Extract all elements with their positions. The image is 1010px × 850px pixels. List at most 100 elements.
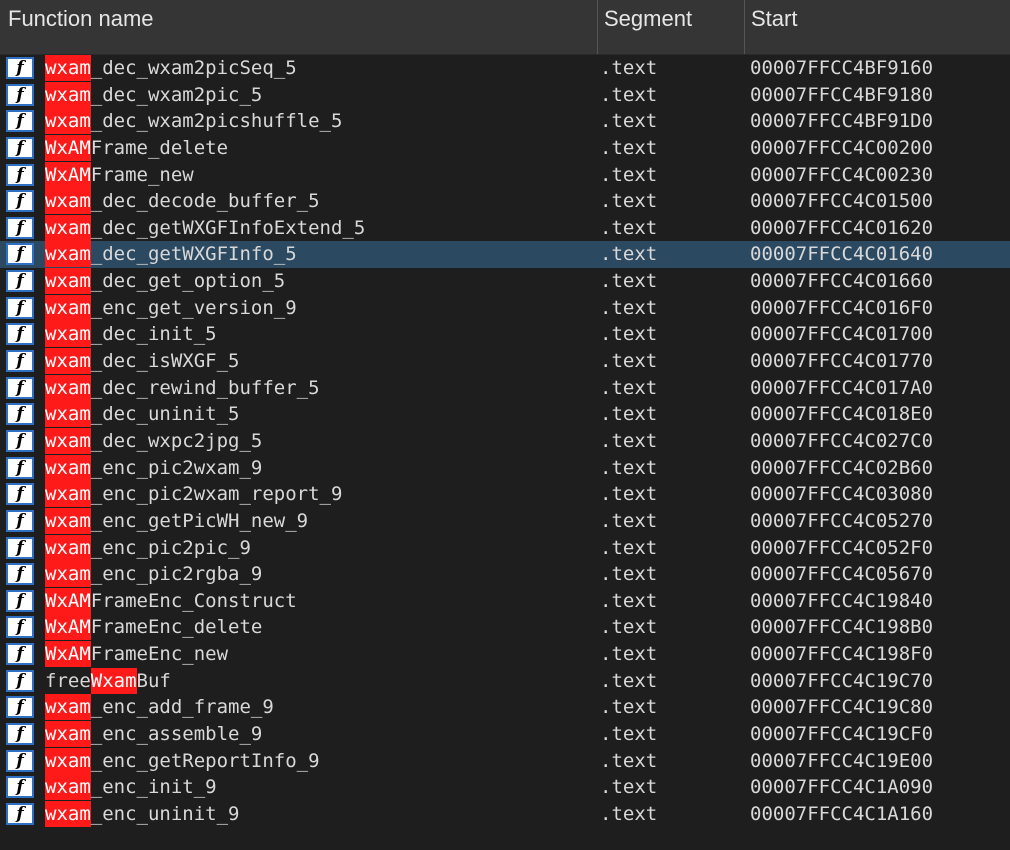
function-row[interactable]: f wxam_enc_init_9 .text 00007FFCC4C1A090 [0,774,1010,801]
search-match-highlight: wxam [45,321,91,348]
function-row[interactable]: f wxam_dec_wxam2picshuffle_5 .text 00007FFC… [0,108,1010,135]
search-match-highlight: wxam [45,454,91,481]
segment-cell: .text [600,136,658,159]
function-name: WxAMFrameEnc_delete [45,614,263,641]
function-row[interactable]: f WxAMFrameEnc_Construct .text 00007FFCC4C1… [0,587,1010,615]
function-row[interactable]: f wxam_dec_get_option_5 .text 00007FFCC4C01… [0,268,1010,295]
start-address-cell: 00007FFCC4BF9160 [750,57,934,79]
start-address-cell: 00007FFCC4BF9180 [750,83,934,106]
function-name: wxam_enc_add_frame_9 [45,694,274,721]
segment-cell: .text [600,509,658,532]
start-address-cell: 00007FFCC4C01620 [750,216,934,239]
search-match-highlight: wxam [45,268,91,295]
function-row[interactable]: f wxam_enc_pic2wxam_report_9 .text 00007FFC… [0,481,1010,508]
function-name: wxam_enc_get_version_9 [45,294,297,321]
function-name-suffix: _enc_getReportInfo_9 [90,749,320,772]
function-row[interactable]: f WxAMFrame_new .text 00007FFCC4C00230 [0,161,1010,189]
segment-cell: .text [600,456,658,479]
function-row[interactable]: f wxam_enc_pic2rgba_9 .text 00007FFCC4C0567… [0,561,1010,588]
function-row[interactable]: f wxam_enc_add_frame_9 .text 00007FFCC4C19C… [0,694,1010,721]
search-match-highlight: wxam [45,800,91,827]
function-name: wxam_dec_get_option_5 [45,268,285,295]
function-row[interactable]: f WxAMFrameEnc_delete .text 00007FFCC4C198B… [0,614,1010,641]
function-icon: f [6,296,34,319]
search-match-highlight: wxam [45,507,91,534]
search-match-highlight: wxam [45,188,91,215]
function-icon: f [6,270,34,293]
function-row[interactable]: f wxam_dec_wxpc2jpg_5 .text 00007FFCC4C027C… [0,427,1010,455]
search-match-highlight: wxam [45,348,91,375]
function-name-suffix: _dec_getWXGFInfo_5 [90,243,297,266]
function-name-suffix: _dec_wxam2pic_5 [90,83,263,106]
function-icon: f [6,696,34,719]
column-header-function-name[interactable]: Function name [0,0,598,54]
function-name-suffix: _enc_add_frame_9 [90,696,274,719]
function-icon: f [6,403,34,426]
function-icon: f [6,536,34,559]
start-address-cell: 00007FFCC4C19CF0 [750,723,934,746]
function-icon: f [6,776,34,799]
function-name: wxam_enc_uninit_9 [45,800,240,827]
function-row[interactable]: f wxam_enc_get_version_9 .text 00007FFCC4C0… [0,294,1010,322]
function-row[interactable]: f wxam_enc_assemble_9 .text 00007FFCC4C19CF… [0,721,1010,748]
function-icon: f [6,376,34,399]
start-address-cell: 00007FFCC4C03080 [750,483,934,506]
function-icon: f [6,723,34,746]
function-row[interactable]: f wxam_dec_getWXGFInfo_5 .text 00007FFCC4C0… [0,241,1010,269]
segment-cell: .text [600,696,658,719]
function-row[interactable]: f wxam_dec_decode_buffer_5 .text 00007FFCC4… [0,188,1010,215]
function-name-suffix: _enc_assemble_9 [90,723,263,746]
search-match-highlight: wxam [45,214,91,241]
start-address-cell: 00007FFCC4C016F0 [750,296,934,319]
function-icon: f [6,350,34,373]
column-header-segment[interactable]: Segment [598,0,745,54]
function-icon: f [6,429,34,452]
function-icon: f [6,136,34,159]
function-icon: f [6,83,34,106]
function-name: wxam_enc_getPicWH_new_9 [45,507,308,534]
segment-cell: .text [600,163,658,186]
function-row[interactable]: f wxam_dec_rewind_buffer_5 .text 00007FFCC4… [0,374,1010,402]
function-row[interactable]: f wxam_enc_pic2wxam_9 .text 00007FFCC4C02B6… [0,454,1010,482]
function-name-suffix: FrameEnc_delete [90,616,263,639]
start-address-cell: 00007FFCC4C01500 [750,190,934,213]
function-name-suffix: _enc_pic2rgba_9 [90,563,263,586]
function-row[interactable]: f wxam_dec_isWXGF_5 .text 00007FFCC4C01770 [0,348,1010,375]
function-name: wxam_enc_pic2pic_9 [45,534,251,561]
search-match-highlight: wxam [45,55,91,81]
function-name-suffix: Buf [136,669,171,692]
start-address-cell: 00007FFCC4C05670 [750,563,934,586]
function-name-suffix: _enc_uninit_9 [90,802,240,825]
function-row[interactable]: f wxam_dec_wxam2pic_5 .text 00007FFCC4BF918… [0,81,1010,109]
function-row[interactable]: f wxam_dec_init_5 .text 00007FFCC4C01700 [0,321,1010,348]
function-row[interactable]: f WxAMFrameEnc_new .text 00007FFCC4C198F0 [0,641,1010,668]
function-row[interactable]: f wxam_enc_pic2pic_9 .text 00007FFCC4C052F0 [0,534,1010,562]
start-address-cell: 00007FFCC4C19C80 [750,696,934,719]
function-name-suffix: _enc_pic2wxam_report_9 [90,483,343,506]
function-row[interactable]: f wxam_enc_getReportInfo_9 .text 00007FFCC4… [0,747,1010,775]
function-name: wxam_dec_wxpc2jpg_5 [45,427,262,454]
function-row[interactable]: f wxam_dec_uninit_5 .text 00007FFCC4C018E0 [0,401,1010,428]
function-row[interactable]: f wxam_enc_getPicWH_new_9 .text 00007FFCC4C… [0,507,1010,535]
segment-cell: .text [600,749,658,772]
start-address-cell: 00007FFCC4C01640 [750,243,934,266]
search-match-highlight: Wxam [90,667,137,694]
function-name: wxam_dec_wxam2picshuffle_5 [45,108,342,135]
function-row[interactable]: f wxam_enc_uninit_9 .text 00007FFCC4C1A160 [0,800,1010,828]
function-name-suffix: _dec_wxam2picSeq_5 [90,57,297,79]
start-address-cell: 00007FFCC4C1A160 [750,802,934,825]
function-name: wxam_dec_getWXGFInfo_5 [45,241,297,268]
function-icon: f [6,749,34,772]
function-row[interactable]: f WxAMFrame_delete .text 00007FFCC4C00200 [0,134,1010,162]
start-address-cell: 00007FFCC4C19840 [750,589,934,612]
function-row[interactable]: f wxam_dec_getWXGFInfoExtend_5 .text 00007F… [0,214,1010,242]
column-header-start[interactable]: Start [745,0,1010,54]
search-match-highlight: wxam [45,534,91,561]
function-name-prefix: free [45,669,91,692]
function-icon: f [6,616,34,639]
function-name-suffix: Frame_delete [90,136,229,159]
function-row[interactable]: f freeWxamBuf .text 00007FFCC4C19C70 [0,667,1010,695]
function-name-suffix: FrameEnc_Construct [90,589,297,612]
function-row[interactable]: f wxam_dec_wxam2picSeq_5 .text 00007FFCC4BF… [0,55,1010,82]
function-icon: f [6,563,34,586]
